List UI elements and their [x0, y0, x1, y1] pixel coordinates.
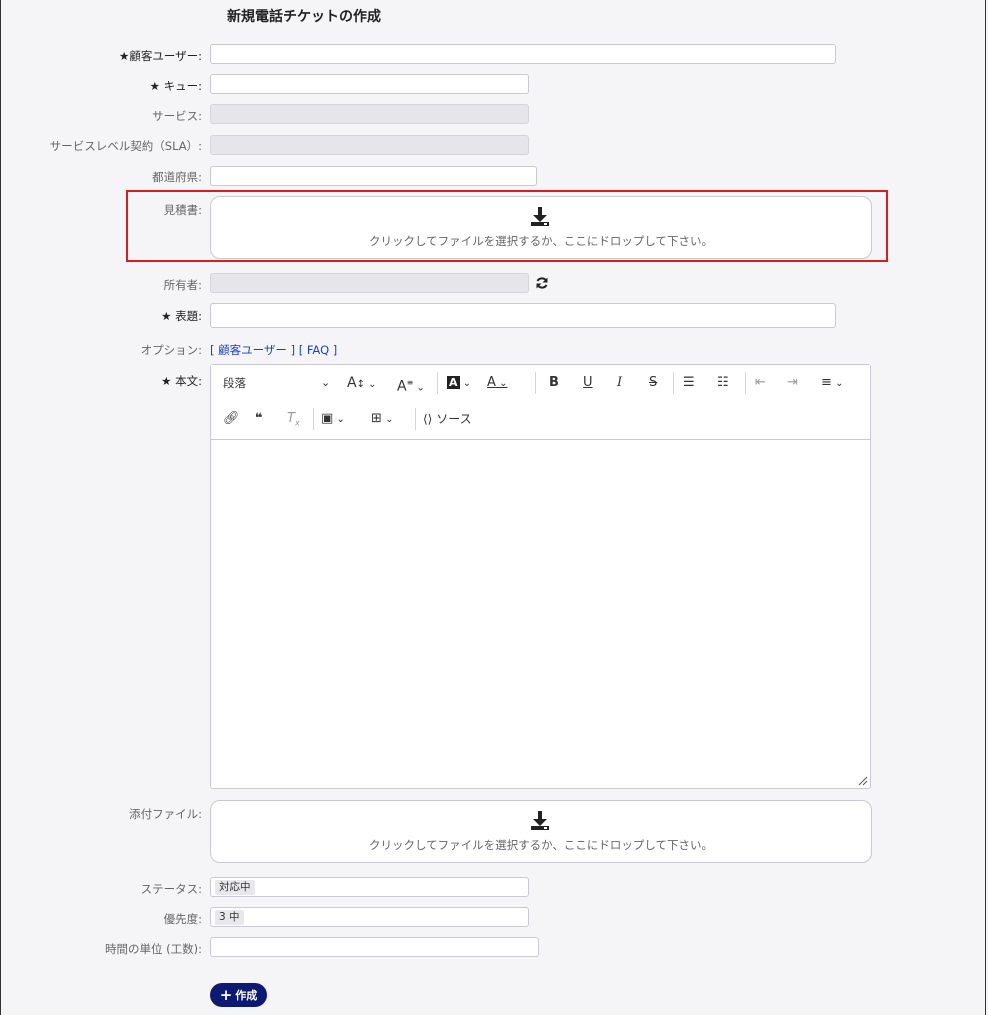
paragraph-dropdown[interactable]: 段落 — [223, 373, 246, 393]
sla-select[interactable] — [210, 135, 529, 155]
label-owner: 所有者: — [163, 278, 202, 292]
status-select[interactable]: 対応中 — [210, 877, 529, 897]
owner-select[interactable] — [210, 273, 529, 293]
resize-handle-icon[interactable] — [858, 776, 868, 786]
source-button[interactable]: ⟨⟩ ソース — [423, 409, 472, 429]
label-attachment: 添付ファイル: — [129, 807, 202, 821]
background-color-icon[interactable]: A ⌄ — [447, 373, 471, 394]
page-title: 新規電話チケットの作成 — [227, 9, 381, 25]
align-icon[interactable]: ≡ ⌄ — [821, 373, 843, 394]
indent-icon[interactable]: ⇥ — [787, 373, 798, 393]
remove-format-icon[interactable]: Tx — [287, 409, 300, 434]
faq-link[interactable]: [ FAQ ] — [299, 343, 338, 357]
priority-value: 3 中 — [215, 910, 244, 925]
label-customer-user: ★顧客ユーザー: — [119, 49, 202, 63]
blockquote-icon[interactable]: ❝ — [255, 409, 263, 429]
body-editor[interactable]: 段落 ⌄ A↕ ⌄ A≡ ⌄ A ⌄ A ⌄ B U I S ☰ ☷ ⇤ ⇥ ≡… — [210, 364, 871, 789]
refresh-icon[interactable] — [535, 276, 549, 290]
bold-icon[interactable]: B — [549, 373, 559, 393]
prefecture-input[interactable] — [210, 166, 537, 186]
label-sla: サービスレベル契約（SLA）: — [49, 139, 202, 153]
label-body: ★ 本文: — [161, 374, 202, 388]
label-queue: ★ キュー: — [149, 79, 202, 93]
insert-image-icon[interactable]: ▣ ⌄ — [321, 409, 345, 430]
editor-toolbar: 段落 ⌄ A↕ ⌄ A≡ ⌄ A ⌄ A ⌄ B U I S ☰ ☷ ⇤ ⇥ ≡… — [211, 365, 870, 440]
label-options: オプション: — [140, 343, 202, 357]
underline-icon[interactable]: U — [583, 373, 593, 393]
options-links: [ 顧客ユーザー ] [ FAQ ] — [210, 342, 337, 358]
label-status: ステータス: — [140, 882, 202, 896]
strikethrough-icon[interactable]: S — [649, 373, 657, 393]
font-family-icon[interactable]: A≡ ⌄ — [397, 373, 425, 399]
label-prefecture: 都道府県: — [152, 170, 202, 184]
plus-icon: + — [219, 986, 233, 1004]
attachment-dropzone-text: クリックしてファイルを選択するか、ここにドロップして下さい。 — [368, 838, 714, 852]
paragraph-chevron-icon[interactable]: ⌄ — [321, 373, 330, 393]
label-subject: ★ 表題: — [161, 309, 202, 323]
label-priority: 優先度: — [163, 912, 202, 926]
font-size-icon[interactable]: A↕ ⌄ — [347, 373, 377, 395]
link-icon[interactable]: 🔗︎ — [223, 409, 240, 429]
customer-user-input[interactable] — [210, 44, 836, 64]
numbered-list-icon[interactable]: ☷ — [717, 373, 729, 393]
bulleted-list-icon[interactable]: ☰ — [683, 373, 695, 393]
create-button[interactable]: + 作成 — [210, 983, 267, 1007]
subject-input[interactable] — [210, 303, 836, 328]
source-icon: ⟨⟩ — [423, 412, 433, 426]
queue-select[interactable] — [210, 74, 529, 94]
italic-icon[interactable]: I — [617, 373, 622, 393]
outdent-icon[interactable]: ⇤ — [755, 373, 766, 393]
download-icon — [531, 811, 549, 830]
font-color-icon[interactable]: A ⌄ — [487, 373, 507, 394]
insert-table-icon[interactable]: ⊞ ⌄ — [371, 409, 393, 430]
customer-user-link[interactable]: [ 顧客ユーザー ] — [210, 343, 295, 357]
service-select[interactable] — [210, 104, 529, 124]
priority-select[interactable]: 3 中 — [210, 907, 529, 927]
highlight-box — [126, 190, 888, 262]
attachment-dropzone[interactable]: クリックしてファイルを選択するか、ここにドロップして下さい。 — [210, 800, 872, 863]
status-value: 対応中 — [215, 880, 255, 895]
label-service: サービス: — [152, 109, 202, 123]
time-units-input[interactable] — [210, 937, 539, 957]
label-time-units: 時間の単位 (工数): — [104, 942, 202, 956]
